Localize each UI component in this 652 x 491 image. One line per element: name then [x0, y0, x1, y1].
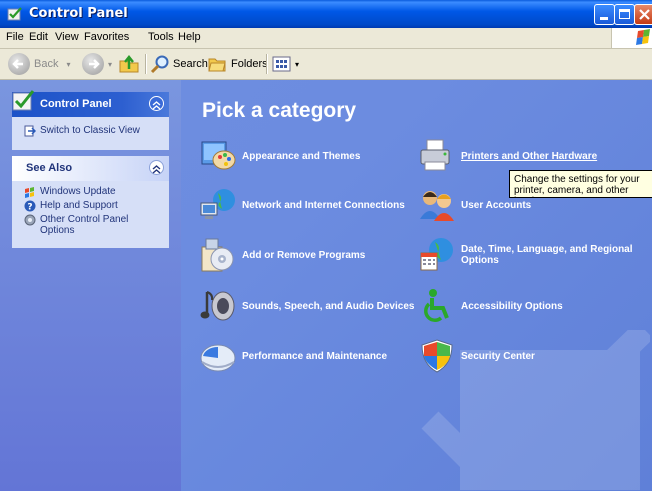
category-add-remove-label: Add or Remove Programs [242, 249, 366, 261]
menu-edit[interactable]: Edit [29, 31, 48, 43]
toolbar-separator [145, 54, 147, 74]
chevron-up-icon [152, 101, 161, 110]
category-date-time-label: Date, Time, Language, and Regional Optio… [461, 244, 633, 266]
toolbar-separator [266, 54, 268, 74]
sounds-icon [200, 291, 235, 321]
folders-button[interactable]: Folders [207, 52, 268, 76]
help-icon: ? [24, 200, 36, 212]
forward-button[interactable]: ▾ [82, 52, 112, 76]
menu-help[interactable]: Help [178, 31, 201, 43]
maximize-button[interactable] [614, 4, 635, 25]
security-center-icon [421, 339, 453, 373]
category-network[interactable]: Network and Internet Connections [200, 187, 405, 223]
switch-classic-view-label: Switch to Classic View [40, 125, 140, 136]
category-security-center-label: Security Center [461, 350, 535, 362]
appearance-icon [201, 141, 236, 170]
windows-flag-icon [636, 29, 650, 45]
category-printers-label: Printers and Other Hardware [461, 150, 598, 162]
category-add-remove[interactable]: Add or Remove Programs [200, 237, 365, 273]
window-title: Control Panel [29, 6, 128, 21]
category-sounds-label: Sounds, Speech, and Audio Devices [242, 300, 415, 312]
windows-logo [611, 28, 652, 48]
see-also-box-header[interactable]: See Also [12, 156, 169, 181]
svg-text:?: ? [27, 203, 32, 213]
category-accessibility-label: Accessibility Options [461, 300, 563, 312]
back-arrow-icon [8, 53, 30, 75]
category-appearance[interactable]: Appearance and Themes [200, 138, 360, 174]
back-label: Back [34, 58, 59, 70]
other-options-label: Other Control Panel Options [40, 214, 129, 236]
close-icon [639, 9, 650, 20]
views-dropdown-icon: ▾ [295, 59, 300, 69]
user-accounts-icon [420, 191, 454, 221]
category-appearance-label: Appearance and Themes [242, 150, 361, 162]
menu-favorites[interactable]: Favorites [84, 31, 129, 43]
category-date-time[interactable]: Date, Time, Language, and Regional Optio… [419, 237, 641, 273]
date-time-icon [420, 238, 453, 271]
network-icon [200, 189, 235, 219]
accessibility-icon [424, 289, 449, 322]
views-icon [272, 56, 291, 72]
control-panel-box: Control Panel Switch to Classic View [12, 90, 169, 150]
options-icon [24, 214, 36, 226]
collapse-button[interactable] [149, 160, 164, 175]
content-area: Control Panel Switch to Classic View See… [0, 80, 652, 491]
performance-icon [200, 344, 236, 372]
see-also-title: See Also [26, 162, 73, 174]
printer-icon [420, 139, 450, 171]
category-accessibility[interactable]: Accessibility Options [419, 288, 563, 324]
forward-arrow-icon [82, 53, 104, 75]
category-user-accounts-label: User Accounts [461, 199, 532, 211]
menu-file[interactable]: File [6, 31, 24, 43]
views-button[interactable]: ▾ [272, 52, 299, 76]
menu-view[interactable]: View [55, 31, 79, 43]
menu-tools[interactable]: Tools [148, 31, 174, 43]
add-remove-programs-icon [201, 238, 234, 272]
up-folder-icon [119, 54, 139, 73]
title-bar[interactable]: Control Panel [0, 0, 652, 28]
search-label: Search [173, 58, 208, 70]
search-button[interactable]: Search [150, 52, 208, 76]
category-performance-label: Performance and Maintenance [242, 350, 388, 362]
folders-icon [208, 58, 226, 72]
minimize-button[interactable] [594, 4, 615, 25]
help-and-support-label: Help and Support [40, 200, 118, 211]
windows-update-label: Windows Update [40, 186, 116, 197]
page-title: Pick a category [202, 99, 357, 122]
control-panel-icon [7, 7, 22, 21]
windows-update-icon [25, 187, 34, 198]
folders-label: Folders [231, 58, 268, 70]
back-button[interactable]: Back ▾ [8, 52, 70, 76]
switch-view-icon [24, 125, 36, 137]
see-also-box: See Also Windows Update ? Help and Suppo… [12, 156, 169, 248]
up-folder-button[interactable] [118, 52, 140, 76]
category-printers[interactable]: Printers and Other Hardware [419, 138, 597, 174]
category-sounds[interactable]: Sounds, Speech, and Audio Devices [200, 288, 414, 324]
control-panel-box-header[interactable]: Control Panel [12, 90, 169, 117]
chevron-up-icon [152, 165, 161, 174]
control-panel-box-title: Control Panel [40, 98, 112, 110]
control-panel-icon [12, 90, 35, 111]
search-icon [150, 55, 169, 74]
tooltip: Change the settings for your printer, ca… [509, 170, 652, 198]
category-security-center[interactable]: Security Center [419, 338, 535, 374]
category-performance[interactable]: Performance and Maintenance [200, 338, 387, 374]
toolbar: Back ▾ ▾ Search Folders ▾ [0, 49, 652, 80]
collapse-button[interactable] [149, 96, 164, 111]
category-network-label: Network and Internet Connections [242, 199, 405, 211]
menu-bar: File Edit View Favorites Tools Help [0, 28, 652, 49]
close-button[interactable] [634, 4, 652, 25]
control-panel-window: Control Panel File Edit View Favorites T… [0, 0, 652, 491]
left-task-pane: Control Panel Switch to Classic View See… [0, 80, 181, 491]
